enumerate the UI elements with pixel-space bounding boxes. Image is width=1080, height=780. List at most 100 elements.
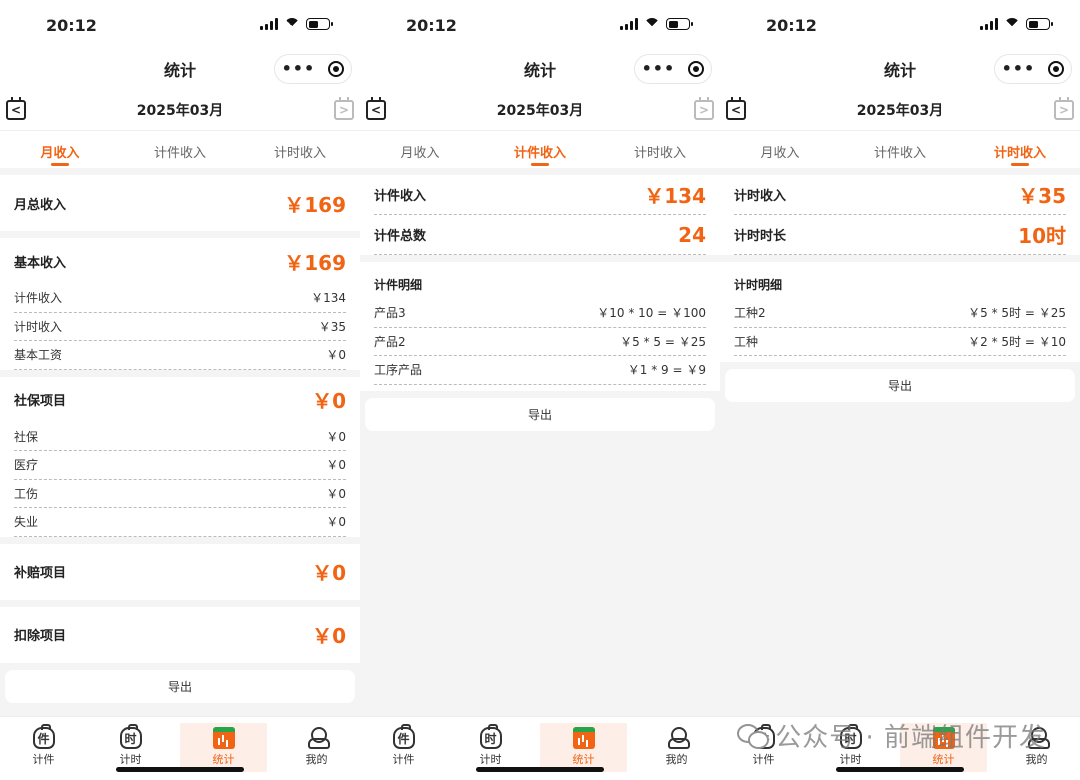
item-value: ￥10 * 10 = ￥100 — [597, 306, 706, 321]
list-item: 产品2 ￥5 * 5 = ￥25 — [374, 328, 706, 356]
basic-value: ￥169 — [284, 250, 346, 275]
user-icon — [666, 727, 690, 749]
miniprogram-capsule: ••• — [634, 54, 712, 84]
tab-piece-income[interactable]: 计件收入 — [120, 131, 240, 168]
item-value: ￥0 — [326, 348, 346, 363]
more-icon[interactable]: ••• — [642, 61, 676, 77]
tab-piece-income[interactable]: 计件收入 — [480, 131, 600, 168]
piece-content: 计件收入 ￥134 计件总数 24 计件明细 产品3 ￥10 * 10 = ￥10… — [360, 168, 720, 431]
deduct-label: 扣除项目 — [14, 629, 67, 644]
more-icon[interactable]: ••• — [282, 61, 316, 77]
watermark: 公众号 · 前端组件开发 — [737, 717, 1046, 754]
miniprogram-capsule: ••• — [994, 54, 1072, 84]
tabbar-label: 统计 — [572, 753, 595, 766]
prev-month-icon[interactable]: < — [6, 97, 26, 120]
tab-piece-income[interactable]: 计件收入 — [840, 131, 960, 168]
hourly-income-value: ￥35 — [1018, 184, 1066, 208]
basic-header: 基本收入 ￥169 — [14, 238, 346, 284]
tabbar-item-mine[interactable]: 我的 — [273, 717, 360, 780]
export-button[interactable]: 导出 — [5, 669, 355, 703]
prev-month-icon[interactable]: < — [726, 97, 746, 120]
signal-icon — [620, 18, 638, 30]
month-selector: < 2025年03月 > — [0, 90, 360, 130]
deduct-card: 扣除项目 ￥0 — [0, 606, 360, 663]
list-item: 工种 ￥2 * 5时 = ￥10 — [734, 328, 1066, 356]
hourly-duration-label: 计时时长 — [734, 229, 787, 244]
export-button[interactable]: 导出 — [365, 397, 715, 431]
tabbar-item-piece[interactable]: 件计件 — [0, 717, 87, 780]
list-item: 医疗 ￥0 — [14, 451, 346, 480]
hourly-duration-row: 计时时长 10时 — [734, 215, 1066, 255]
tab-hourly-income[interactable]: 计时收入 — [240, 131, 360, 168]
wifi-icon — [644, 18, 660, 30]
item-label: 失业 — [14, 515, 39, 530]
status-bar: 20:12 — [0, 0, 360, 48]
battery-icon — [1026, 18, 1053, 30]
more-icon[interactable]: ••• — [1002, 61, 1036, 77]
close-target-icon[interactable] — [1048, 61, 1065, 77]
list-item: 计时收入 ￥35 — [14, 313, 346, 341]
tabbar-item-mine[interactable]: 我的 — [633, 717, 720, 780]
prev-month-icon[interactable]: < — [366, 97, 386, 120]
battery-icon — [306, 18, 333, 30]
item-label: 医疗 — [14, 458, 39, 473]
item-label: 工种 — [734, 334, 759, 349]
month-selector: < 2025年03月 > — [360, 90, 720, 130]
subsidy-label: 补赔项目 — [14, 566, 67, 581]
current-month[interactable]: 2025年03月 — [857, 100, 943, 120]
piece-detail-card: 计件明细 产品3 ￥10 * 10 = ￥100 产品2 ￥5 * 5 = ￥25 … — [360, 262, 720, 391]
tabbar-item-stats[interactable]: 统计 — [180, 723, 267, 772]
total-row: 月总收入 ￥169 — [14, 175, 346, 231]
page-title: 统计 — [163, 61, 196, 80]
tab-bar-top: 月收入 计件收入 计时收入 — [360, 130, 720, 168]
close-target-icon[interactable] — [688, 61, 705, 77]
piece-income-value: ￥134 — [644, 184, 706, 208]
list-item: 社保 ￥0 — [14, 423, 346, 451]
item-value: ￥2 * 5时 = ￥10 — [968, 334, 1066, 349]
status-time: 20:12 — [766, 16, 817, 35]
hourly-duration-value: 10时 — [1018, 224, 1066, 248]
total-value: ￥169 — [284, 192, 346, 217]
list-item: 基本工资 ￥0 — [14, 341, 346, 370]
item-value: ￥35 — [318, 319, 346, 334]
export-button[interactable]: 导出 — [725, 369, 1075, 402]
subsidy-value: ￥0 — [312, 561, 346, 585]
social-card: 社保项目 ￥0 社保 ￥0 医疗 ￥0 工伤 ￥0 失业 ￥0 — [0, 376, 360, 537]
tabbar-item-piece[interactable]: 件计件 — [360, 717, 447, 780]
list-item: 工伤 ￥0 — [14, 480, 346, 508]
tab-monthly-income[interactable]: 月收入 — [720, 131, 840, 168]
hourly-summary-card: 计时收入 ￥35 计时时长 10时 — [720, 175, 1080, 255]
close-target-icon[interactable] — [328, 61, 345, 77]
tab-monthly-income[interactable]: 月收入 — [360, 131, 480, 168]
deduct-value: ￥0 — [312, 624, 346, 648]
status-time: 20:12 — [46, 16, 97, 35]
tab-monthly-income[interactable]: 月收入 — [0, 131, 120, 168]
money-bag-icon: 时 — [119, 724, 142, 749]
chart-calendar-icon — [212, 727, 235, 749]
item-value: ￥0 — [326, 429, 346, 444]
item-value: ￥5 * 5时 = ￥25 — [968, 306, 1066, 321]
wifi-icon — [1004, 18, 1020, 30]
next-month-icon[interactable]: > — [693, 97, 714, 120]
battery-icon — [666, 18, 693, 30]
next-month-icon[interactable]: > — [1053, 97, 1074, 120]
total-label: 月总收入 — [14, 197, 67, 213]
tab-bar-top: 月收入 计件收入 计时收入 — [0, 130, 360, 168]
social-value: ￥0 — [312, 389, 346, 413]
tabbar-item-stats[interactable]: 统计 — [540, 723, 627, 772]
next-month-icon[interactable]: > — [333, 97, 354, 120]
tab-hourly-income[interactable]: 计时收入 — [960, 131, 1080, 168]
tab-hourly-income[interactable]: 计时收入 — [600, 131, 720, 168]
current-month[interactable]: 2025年03月 — [497, 100, 583, 120]
hourly-detail-card: 计时明细 工种2 ￥5 * 5时 = ￥25 工种 ￥2 * 5时 = ￥10 — [720, 262, 1080, 362]
tabbar-label: 计件 — [392, 753, 415, 766]
item-value: ￥0 — [326, 515, 346, 530]
item-label: 产品2 — [374, 334, 406, 349]
item-label: 社保 — [14, 429, 39, 444]
money-bag-icon: 件 — [392, 724, 415, 749]
current-month[interactable]: 2025年03月 — [137, 100, 223, 120]
chart-calendar-icon — [572, 727, 595, 749]
piece-count-value: 24 — [678, 222, 706, 247]
money-bag-icon: 时 — [479, 724, 502, 749]
system-icons — [260, 18, 333, 30]
